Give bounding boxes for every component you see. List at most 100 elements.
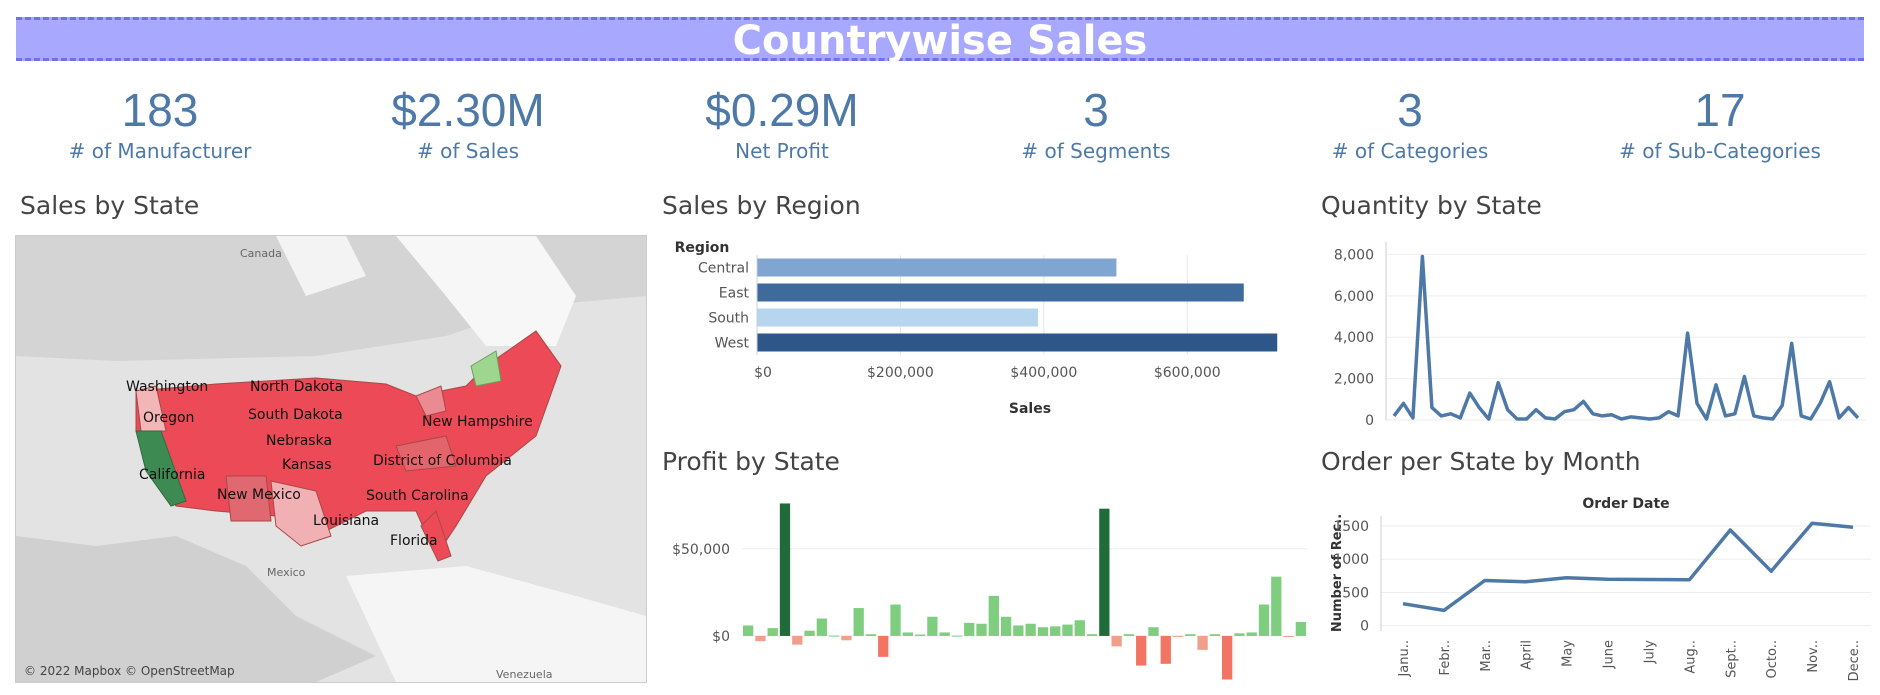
profit-bar xyxy=(964,622,975,636)
profit-bar xyxy=(767,628,778,636)
region-bar xyxy=(757,333,1278,352)
profit-bar xyxy=(890,604,901,636)
orders-x-tick-label: July xyxy=(1642,640,1657,665)
quantity-y-tick-label: 6,000 xyxy=(1334,289,1374,305)
profit-bar xyxy=(816,618,827,636)
profit-bar xyxy=(1197,635,1208,650)
orders-x-tick-label: Octo.. xyxy=(1765,640,1780,678)
orders-x-tick-label: Dece.. xyxy=(1847,640,1862,681)
profit-bar xyxy=(792,635,803,645)
profit-bar xyxy=(902,632,913,636)
quantity-by-state-chart[interactable]: 0 2,000 4,000 6,000 8,000 xyxy=(1321,230,1871,435)
region-category-label: East xyxy=(719,286,750,302)
kpi-segments: 3 # of Segments xyxy=(946,82,1246,164)
map-canvas[interactable]: Canada Mexico Venezuela Washington North… xyxy=(16,236,646,682)
orders-by-month-chart[interactable]: Order Date Number of Rec.. 050010001500J… xyxy=(1321,488,1876,688)
map-state-label: Louisiana xyxy=(313,513,379,529)
region-bar xyxy=(757,308,1038,327)
profit-bar xyxy=(1295,621,1306,636)
profit-bar xyxy=(1025,623,1036,636)
region-axis-header: Region xyxy=(675,240,730,256)
profit-bar xyxy=(988,595,999,636)
quantity-y-tick-label: 2,000 xyxy=(1334,372,1374,388)
map-state-label: South Dakota xyxy=(248,407,343,423)
sales-by-region-chart[interactable]: Region Sales $0 $200,000 $400,000 $600,000 C… xyxy=(662,230,1322,425)
kpi-sub-categories: 17 # of Sub-Categories xyxy=(1570,82,1870,164)
profit-bar xyxy=(1099,508,1110,636)
profit-bar xyxy=(939,632,950,636)
profit-bar xyxy=(1037,627,1049,636)
kpi-value: 3 xyxy=(1397,84,1423,136)
profit-bar xyxy=(1271,576,1282,636)
map-country-label: Canada xyxy=(240,247,282,260)
region-x-tick-label: $600,000 xyxy=(1154,365,1221,381)
region-bar xyxy=(757,283,1244,302)
section-title-order-per-state-by-month: Order per State by Month xyxy=(1321,447,1641,476)
profit-bar xyxy=(1111,635,1122,647)
map-country-label: Mexico xyxy=(267,566,306,579)
orders-x-tick-label: Nov.. xyxy=(1806,640,1821,673)
orders-y-tick-label: 1500 xyxy=(1333,519,1369,535)
kpi-label: # of Segments xyxy=(1021,139,1171,163)
profit-bar xyxy=(1086,634,1098,636)
orders-x-tick-label: Janu.. xyxy=(1397,640,1412,678)
profit-bar xyxy=(1258,604,1270,636)
section-title-quantity-by-state: Quantity by State xyxy=(1321,191,1542,220)
map-state-label: New Hampshire xyxy=(422,414,533,430)
title-banner: Countrywise Sales xyxy=(16,17,1864,64)
map-state-label: Nebraska xyxy=(266,433,332,449)
map-state-label: New Mexico xyxy=(217,487,301,503)
profit-bar xyxy=(743,625,754,636)
quantity-series-line xyxy=(1392,254,1860,421)
orders-x-tick-label: Aug.. xyxy=(1683,640,1698,674)
profit-bar xyxy=(804,630,815,636)
orders-x-tick-label: Sept.. xyxy=(1724,640,1739,678)
kpi-label: # of Categories xyxy=(1331,139,1489,163)
profit-bar xyxy=(927,616,938,636)
kpi-net-profit: $0.29M Net Profit xyxy=(632,82,932,164)
profit-bar xyxy=(976,623,987,636)
kpi-categories: 3 # of Categories xyxy=(1260,82,1560,164)
region-x-axis-title: Sales xyxy=(1009,401,1051,417)
kpi-label: # of Manufacturer xyxy=(68,139,252,163)
profit-bar xyxy=(1000,616,1012,636)
section-title-sales-by-state: Sales by State xyxy=(20,191,200,220)
profit-bar xyxy=(1062,624,1073,636)
region-category-label: West xyxy=(715,336,750,352)
profit-bar xyxy=(1246,632,1257,636)
quantity-y-tick-label: 0 xyxy=(1365,413,1374,429)
orders-x-tick-label: June xyxy=(1602,640,1617,669)
profit-bar xyxy=(1222,635,1233,680)
profit-bar xyxy=(914,634,926,636)
profit-bar xyxy=(841,635,852,641)
profit-bar xyxy=(865,634,877,636)
profit-bar xyxy=(1160,635,1171,664)
profit-bar xyxy=(1185,634,1196,636)
kpi-label: # of Sales xyxy=(417,139,519,163)
kpi-value: 17 xyxy=(1694,84,1746,136)
map-country-label: Venezuela xyxy=(496,668,553,681)
profit-bar xyxy=(755,635,766,642)
profit-by-state-chart[interactable]: $0 $50,000 xyxy=(662,488,1312,688)
region-bar xyxy=(757,258,1117,277)
kpi-sales: $2.30M # of Sales xyxy=(318,82,618,164)
profit-bar xyxy=(1050,626,1061,636)
kpi-value: $2.30M xyxy=(391,84,545,136)
profit-bar xyxy=(828,635,840,637)
sales-by-state-map[interactable]: Canada Mexico Venezuela Washington North… xyxy=(15,235,647,683)
region-x-tick-label: $0 xyxy=(754,365,772,381)
profit-bar xyxy=(1074,620,1085,636)
dashboard-title: Countrywise Sales xyxy=(732,18,1148,64)
profit-bar xyxy=(951,635,963,637)
profit-bar xyxy=(1234,633,1245,636)
kpi-value: $0.29M xyxy=(705,84,859,136)
region-x-tick-label: $200,000 xyxy=(867,365,934,381)
profit-bar xyxy=(779,503,791,636)
map-state-label: Washington xyxy=(126,379,208,395)
profit-bar xyxy=(1172,635,1184,637)
kpi-manufacturers: 183 # of Manufacturer xyxy=(10,82,310,164)
orders-x-tick-label: Mar.. xyxy=(1479,640,1494,672)
map-state-label: Oregon xyxy=(143,410,194,426)
map-state-label: California xyxy=(139,467,205,483)
orders-y-tick-label: 500 xyxy=(1342,585,1369,601)
